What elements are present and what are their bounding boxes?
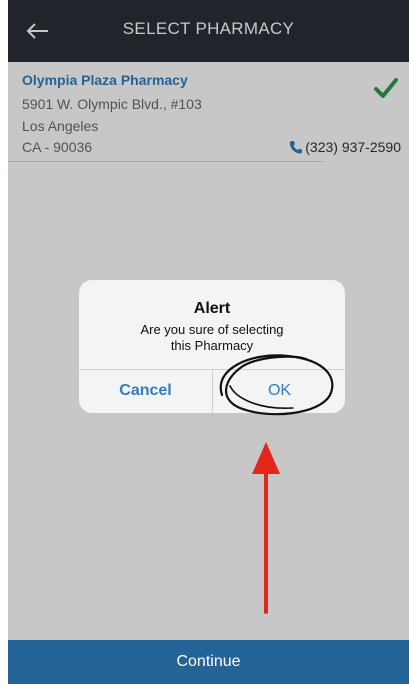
cancel-button[interactable]: Cancel bbox=[79, 369, 212, 413]
alert-dialog: Alert Are you sure of selecting this Pha… bbox=[79, 280, 345, 413]
alert-message-line2: this Pharmacy bbox=[170, 338, 254, 353]
alert-message: Are you sure of selecting this Pharmacy bbox=[99, 322, 325, 354]
alert-message-line1: Are you sure of selecting bbox=[140, 322, 284, 337]
ok-button[interactable]: OK bbox=[213, 369, 345, 413]
continue-label: Continue bbox=[176, 653, 241, 670]
alert-title: Alert bbox=[193, 300, 231, 317]
continue-button[interactable]: Continue bbox=[8, 640, 409, 684]
app-screen: SELECT PHARMACY Olympia Plaza Pharmacy 5… bbox=[8, 0, 409, 684]
